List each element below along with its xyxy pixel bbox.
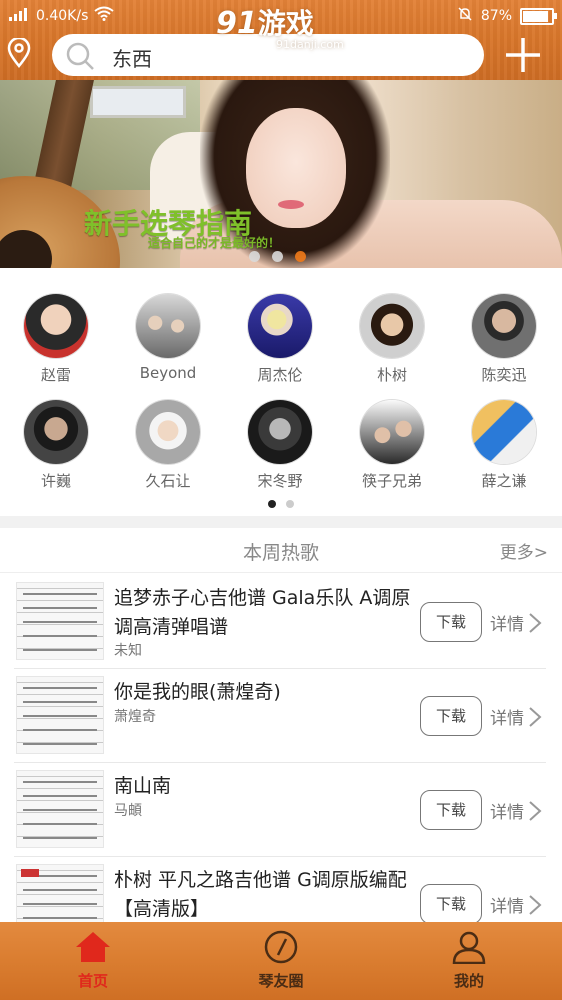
bottom-nav: 首页 琴友圈 我的: [0, 922, 562, 1000]
avatar: [24, 294, 88, 358]
sheet-thumbnail: [16, 676, 104, 754]
sheet-thumbnail: [16, 582, 104, 660]
artist-item[interactable]: 薛之谦: [448, 400, 560, 491]
artist-item[interactable]: 筷子兄弟: [336, 400, 448, 491]
plus-icon[interactable]: [504, 36, 542, 78]
search-icon: [64, 40, 96, 76]
song-artist: 萧煌奇: [114, 709, 156, 725]
artist-item[interactable]: 朴树: [336, 294, 448, 385]
section-divider: [0, 516, 562, 528]
song-item[interactable]: 你是我的眼(萧煌奇) 萧煌奇 下载 详情: [14, 668, 546, 763]
section-title: 本周热歌: [242, 542, 319, 564]
chevron-right-icon[interactable]: [528, 894, 542, 920]
song-artist: 马頔: [114, 803, 142, 819]
artist-item[interactable]: 宋冬野: [224, 400, 336, 491]
chevron-right-icon[interactable]: [528, 800, 542, 826]
detail-link[interactable]: 详情: [490, 704, 524, 729]
network-speed: 0.40K/s: [36, 7, 89, 24]
banner-dot-active[interactable]: [295, 251, 306, 262]
song-item[interactable]: 南山南 马頔 下载 详情: [14, 762, 546, 857]
song-artist: 未知: [114, 643, 142, 659]
avatar: [360, 400, 424, 464]
artist-item[interactable]: 许巍: [0, 400, 112, 491]
more-link[interactable]: 更多>: [500, 538, 548, 563]
song-item[interactable]: 追梦赤子心吉他谱 Gala乐队 A调原调高清弹唱谱 未知 下载 详情: [14, 574, 546, 669]
banner-pagination: [249, 251, 306, 262]
song-title: 你是我的眼(萧煌奇): [114, 681, 281, 703]
signal-icon: [8, 7, 30, 25]
detail-link[interactable]: 详情: [490, 892, 524, 917]
tab-profile[interactable]: 我的: [399, 930, 539, 991]
compass-icon: [263, 930, 299, 968]
banner-dot[interactable]: [249, 251, 260, 262]
download-button[interactable]: 下载: [420, 884, 482, 924]
download-button[interactable]: 下载: [420, 790, 482, 830]
hot-songs-header: 本周热歌 更多>: [0, 528, 562, 573]
wifi-icon: [94, 6, 114, 25]
tab-community[interactable]: 琴友圈: [211, 930, 351, 991]
mute-bell-icon: [457, 6, 473, 26]
download-button[interactable]: 下载: [420, 696, 482, 736]
banner-picture-frame: [90, 86, 186, 118]
artist-item[interactable]: 久石让: [112, 400, 224, 491]
avatar: [24, 400, 88, 464]
chevron-right-icon[interactable]: [528, 706, 542, 732]
song-title: 朴树 平凡之路吉他谱 G调原版编配【高清版】: [114, 869, 407, 920]
sheet-thumbnail: [16, 770, 104, 848]
artist-item[interactable]: Beyond: [112, 294, 224, 382]
song-title: 追梦赤子心吉他谱 Gala乐队 A调原调高清弹唱谱: [114, 587, 411, 638]
location-pin-icon[interactable]: [6, 36, 32, 72]
avatar: [136, 294, 200, 358]
avatar: [360, 294, 424, 358]
banner-carousel[interactable]: 新手选琴指南 适合自己的才是最好的！: [0, 80, 562, 268]
battery-icon: [520, 7, 557, 25]
chevron-right-icon[interactable]: [528, 612, 542, 638]
artist-grid: 赵雷 Beyond 周杰伦 朴树 陈奕迅 许巍 久石让 宋冬野 筷子兄弟 薛之谦: [0, 286, 562, 512]
banner-dot[interactable]: [272, 251, 283, 262]
artist-pagination: [268, 500, 294, 508]
detail-link[interactable]: 详情: [490, 798, 524, 823]
detail-link[interactable]: 详情: [490, 610, 524, 635]
user-icon: [451, 931, 487, 968]
avatar: [248, 294, 312, 358]
battery-level: 87%: [480, 8, 512, 24]
watermark-logo: 91游戏 91danji.com: [216, 6, 344, 51]
download-button[interactable]: 下载: [420, 602, 482, 642]
artist-dot-active[interactable]: [268, 500, 276, 508]
artist-item[interactable]: 赵雷: [0, 294, 112, 385]
artist-item[interactable]: 周杰伦: [224, 294, 336, 385]
home-icon: [74, 932, 112, 968]
avatar: [472, 294, 536, 358]
search-value: 东西: [112, 47, 152, 71]
avatar: [136, 400, 200, 464]
avatar: [472, 400, 536, 464]
artist-item[interactable]: 陈奕迅: [448, 294, 560, 385]
artist-dot[interactable]: [286, 500, 294, 508]
song-title: 南山南: [114, 775, 172, 797]
tab-home[interactable]: 首页: [23, 930, 163, 991]
banner-model-photo: [246, 108, 346, 228]
banner-subtitle: 适合自己的才是最好的！: [148, 236, 281, 250]
avatar: [248, 400, 312, 464]
